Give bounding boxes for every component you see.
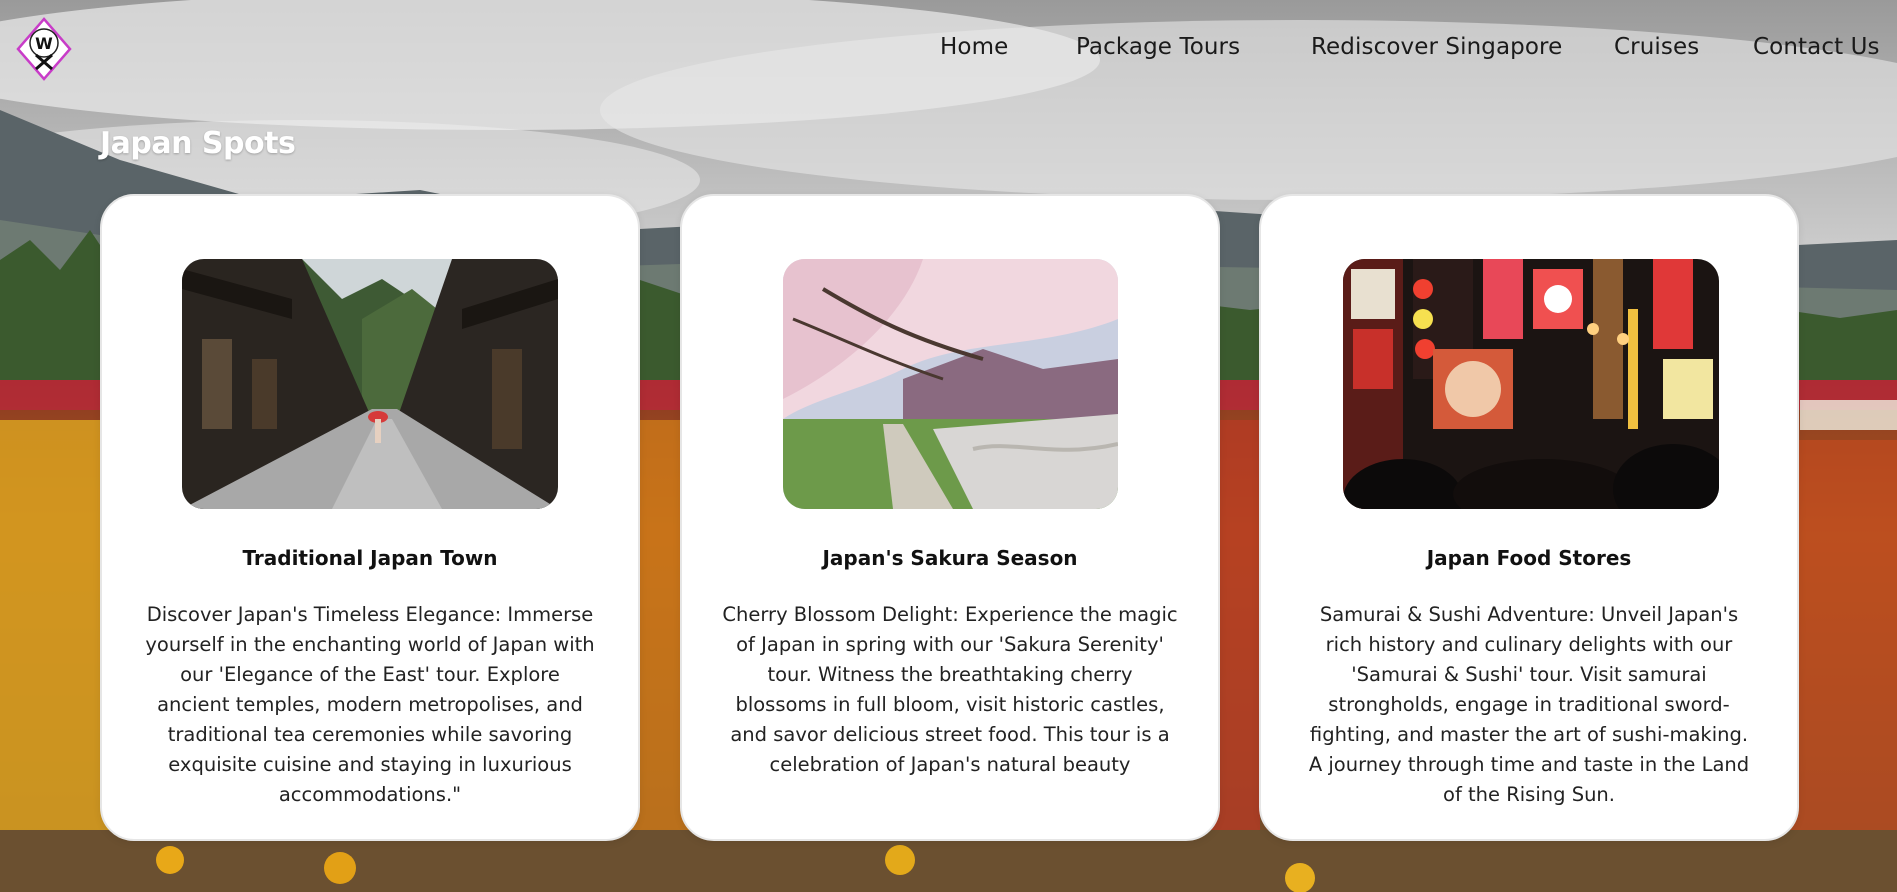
- sakura-season-photo: [783, 259, 1118, 509]
- nav-rediscover-singapore[interactable]: Rediscover Singapore: [1311, 34, 1562, 60]
- top-navbar: W Home Package Tours Rediscover Singapor…: [0, 0, 1897, 100]
- nav-package-tours[interactable]: Package Tours: [1076, 34, 1240, 60]
- nav-home[interactable]: Home: [940, 34, 1008, 60]
- nav-cruises[interactable]: Cruises: [1614, 34, 1699, 60]
- traditional-town-photo: [182, 259, 558, 509]
- card-title: Japan Food Stores: [1426, 546, 1632, 570]
- card-sakura-season[interactable]: Japan's Sakura Season Cherry Blossom Del…: [680, 194, 1220, 841]
- card-traditional-town[interactable]: Traditional Japan Town Discover Japan's …: [100, 194, 640, 841]
- svg-text:W: W: [35, 34, 53, 53]
- section-title: Japan Spots: [100, 126, 296, 161]
- card-description: Samurai & Sushi Adventure: Unveil Japan'…: [1308, 603, 1750, 806]
- nav-contact-us[interactable]: Contact Us: [1753, 34, 1880, 60]
- card-description: Cherry Blossom Delight: Experience the m…: [722, 603, 1178, 776]
- food-stores-photo: [1343, 259, 1719, 509]
- card-title: Traditional Japan Town: [242, 546, 498, 570]
- card-description: Discover Japan's Timeless Elegance: Imme…: [145, 603, 595, 806]
- card-title: Japan's Sakura Season: [822, 546, 1078, 570]
- card-food-stores[interactable]: Japan Food Stores Samurai & Sushi Advent…: [1259, 194, 1799, 841]
- brand-logo[interactable]: W: [16, 17, 72, 81]
